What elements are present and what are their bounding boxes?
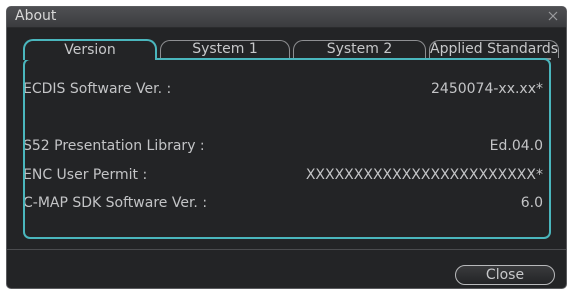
version-panel [23,58,551,239]
tab-version[interactable]: Version [23,39,157,60]
tab-system-1[interactable]: System 1 [160,40,290,58]
close-button[interactable]: Close [455,265,555,285]
tab-system-2[interactable]: System 2 [293,40,426,58]
dialog-title: About [15,8,57,24]
title-bar[interactable]: About [7,7,566,28]
close-icon[interactable] [546,9,560,23]
tab-applied-standards[interactable]: Applied Standards [429,40,559,58]
about-dialog: About Version System 1 System 2 Applied … [6,6,567,289]
footer-divider [7,249,566,250]
